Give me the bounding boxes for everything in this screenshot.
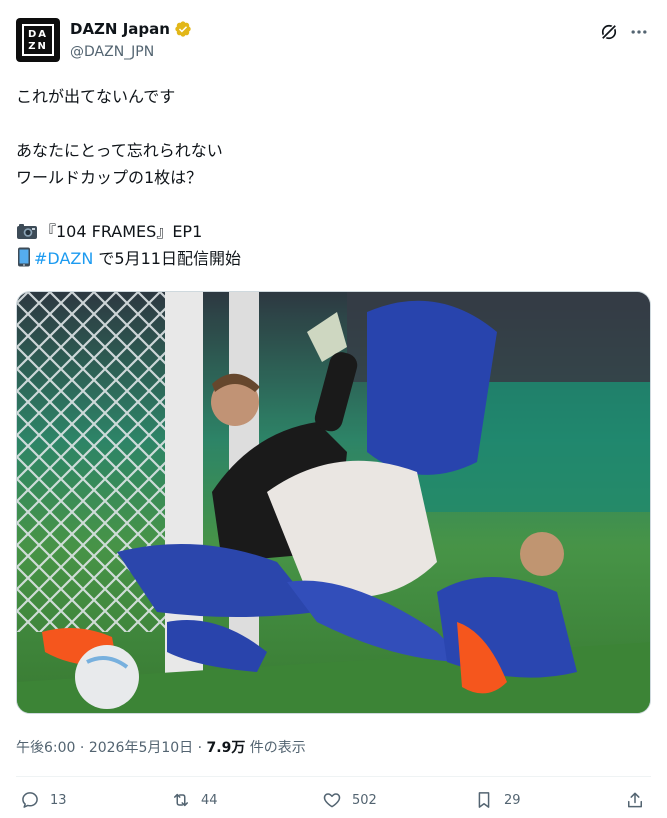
verified-badge-icon	[175, 21, 191, 37]
view-count-label: 件の表示	[245, 740, 306, 756]
reply-icon	[22, 792, 38, 808]
repost-button[interactable]: 44	[171, 790, 218, 810]
post-line-1: これが出てないんです	[16, 87, 176, 106]
reply-button[interactable]: 13	[20, 790, 67, 810]
post-meta: 午後6:00 · 2026年5月10日 · 7.9万 件の表示	[16, 737, 306, 757]
action-bar: 13 44 502 29	[16, 790, 651, 818]
bookmark-button[interactable]: 29	[474, 790, 521, 810]
bookmark-icon	[478, 792, 490, 808]
post-line-5-text: で5月11日配信開始	[93, 249, 241, 268]
bookmark-count: 29	[504, 792, 521, 808]
mobile-phone-icon	[18, 247, 30, 267]
handle[interactable]: @DAZN_JPN	[70, 44, 154, 60]
repost-icon	[174, 793, 188, 807]
meta-separator: ·	[193, 740, 207, 756]
view-count: 7.9万	[206, 740, 246, 756]
divider	[16, 776, 651, 777]
avatar[interactable]: DA ZN	[16, 18, 60, 62]
like-button[interactable]: 502	[322, 790, 377, 810]
post-line-5: #DAZN で5月11日配信開始	[16, 246, 636, 273]
post-line-3: ワールドカップの1枚は？	[16, 168, 203, 187]
display-name[interactable]: DAZN Japan	[70, 20, 170, 38]
name-row: DAZN Japan	[70, 20, 192, 38]
grok-icon[interactable]	[599, 22, 619, 42]
post-line-2: あなたにとって忘れられない	[16, 141, 223, 160]
post-time[interactable]: 午後6:00	[16, 740, 75, 756]
post-date[interactable]: 2026年5月10日	[89, 740, 193, 756]
reply-count: 13	[50, 792, 67, 808]
more-options-icon[interactable]	[629, 22, 649, 42]
share-icon	[628, 792, 642, 808]
repost-count: 44	[201, 792, 218, 808]
hashtag-dazn-link[interactable]: #DAZN	[34, 249, 93, 268]
camera-icon	[17, 224, 37, 239]
post-photo[interactable]	[16, 291, 651, 714]
share-button[interactable]	[625, 790, 655, 810]
dazn-logo: DA ZN	[22, 24, 54, 56]
post-header: DA ZN DAZN Japan @DAZN_JPN	[16, 18, 651, 66]
post-text: これが出てないんです あなたにとって忘れられない ワールドカップの1枚は？ 『1…	[16, 84, 636, 273]
soccer-goal-photo	[17, 292, 650, 713]
meta-separator: ·	[75, 740, 89, 756]
heart-icon	[323, 793, 341, 808]
post-line-4: 『104 FRAMES』EP1	[16, 219, 636, 246]
like-count: 502	[352, 792, 377, 808]
post-line-4-text: 『104 FRAMES』EP1	[40, 222, 203, 241]
